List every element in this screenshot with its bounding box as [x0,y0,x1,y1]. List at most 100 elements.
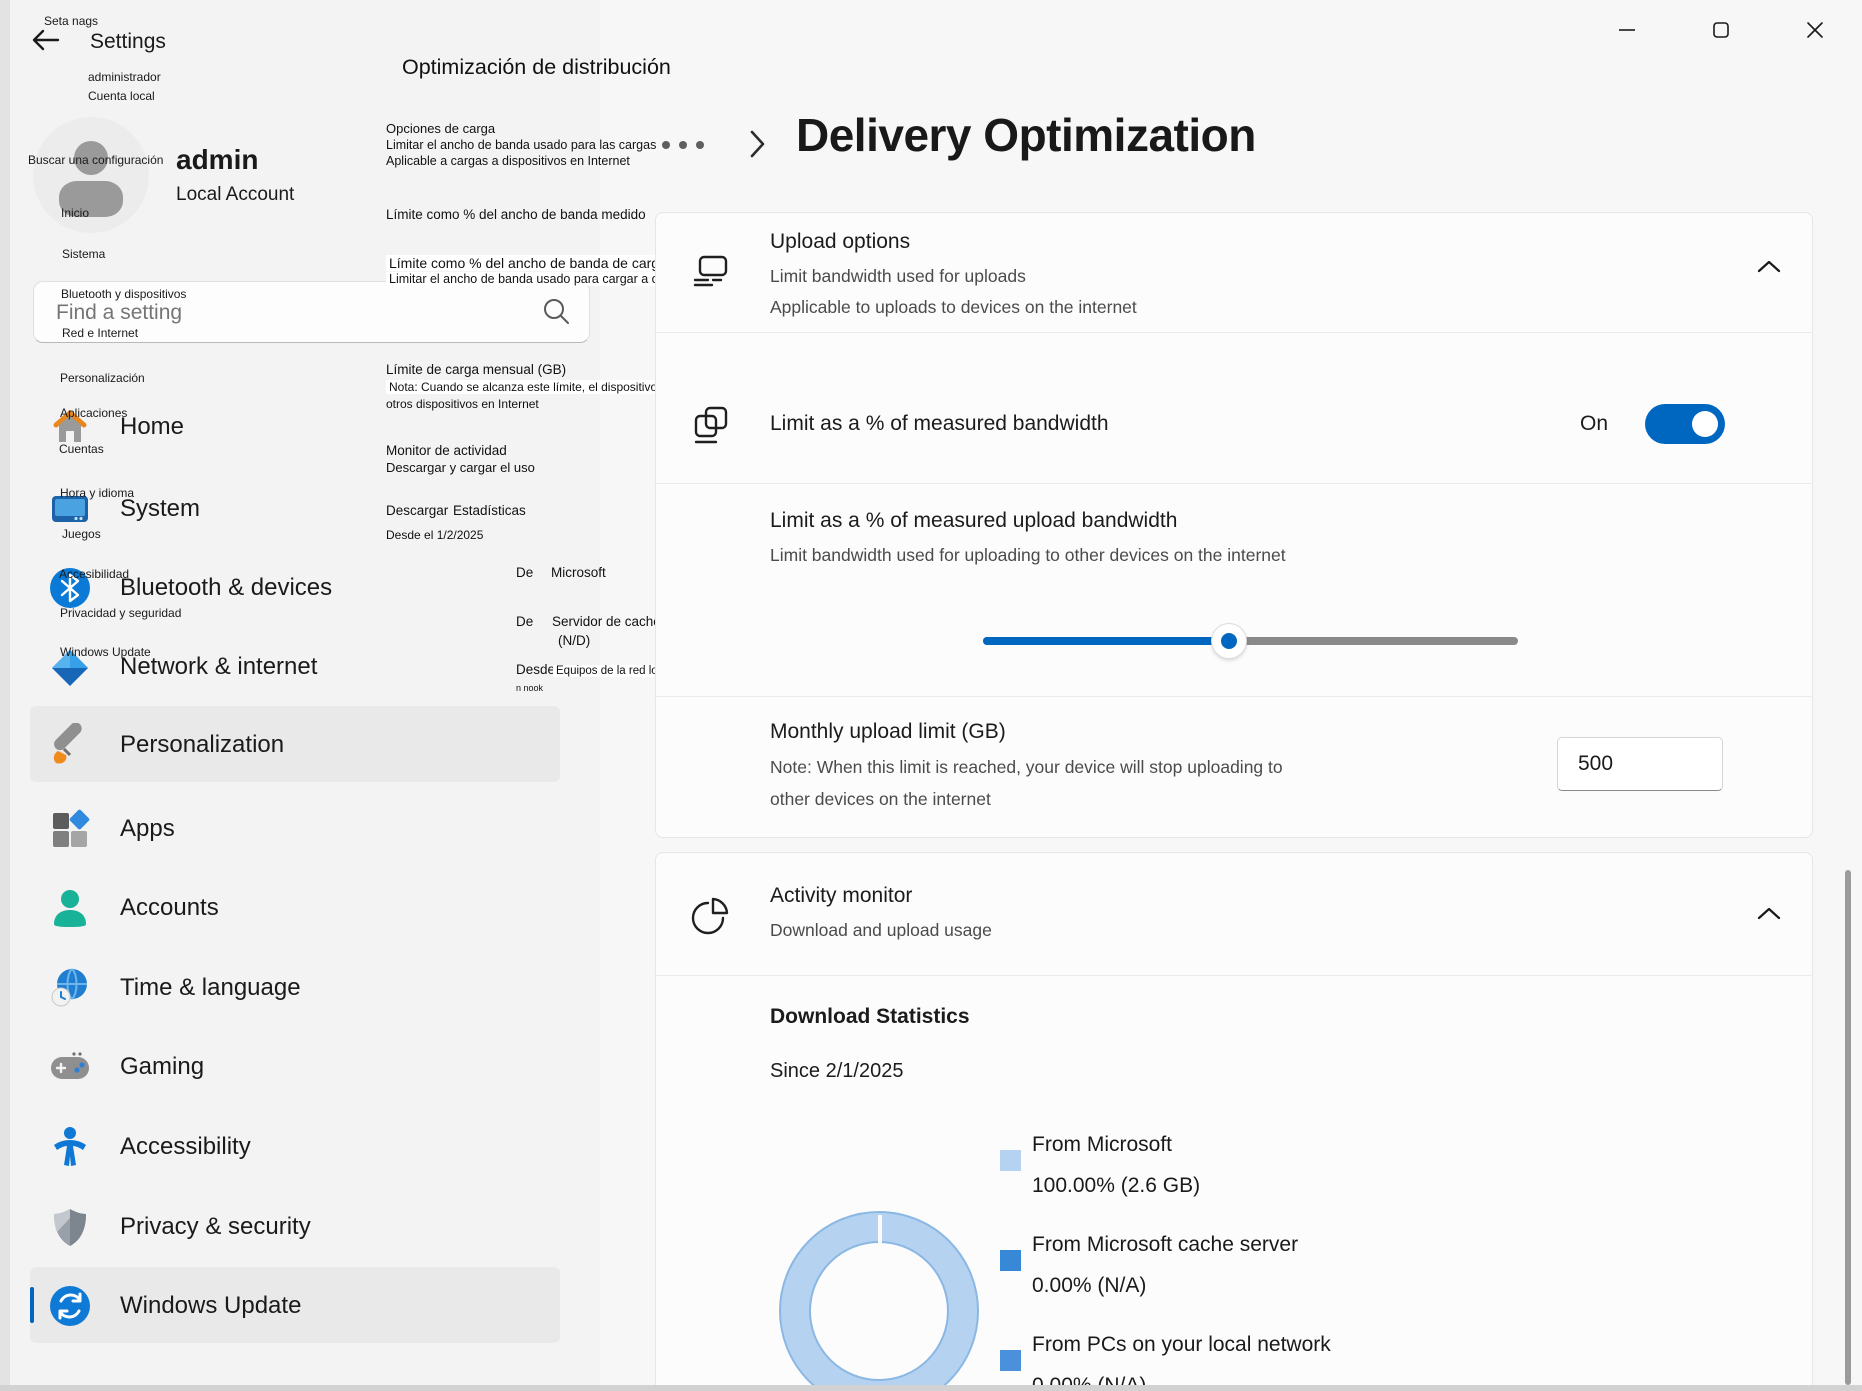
legend-label-local-pcs: From PCs on your local network [1032,1333,1331,1357]
overlay-statistics-label: Estadísticas [453,503,526,518]
legend-swatch-cache-server [1000,1250,1021,1271]
toggle-state-label: On [1580,412,1608,436]
donut-hole [809,1241,949,1381]
legend-value-cache-server: 0.00% (N/A) [1032,1274,1146,1298]
overlay-from2-prefix: De [516,614,533,629]
overlay-since-label: Desde el 1/2/2025 [386,528,483,542]
overlay-from1-prefix: De [516,565,533,580]
bandwidth-toggle[interactable] [1645,404,1725,444]
overlay-upload-options: Opciones de carga [386,121,495,136]
legend-label-cache-server: From Microsoft cache server [1032,1233,1298,1257]
search-icon[interactable] [541,296,571,331]
activity-monitor-sub: Download and upload usage [770,920,992,941]
monthly-limit-title: Monthly upload limit (GB) [770,720,1006,744]
sidebar-item-time-language[interactable]: Time & language [120,974,301,1002]
monthly-limit-input[interactable] [1557,737,1723,791]
breadcrumb-chevron-icon [746,128,768,165]
overlay-privacy: Privacidad y seguridad [60,606,181,620]
overlay-accessibility: Accesibilidad [59,567,129,581]
bandwidth-limit-icon [688,402,734,448]
accessibility-icon [48,1125,92,1169]
overlay-network: Red e Internet [62,326,138,340]
upload-options-title: Upload options [770,230,910,254]
avatar[interactable] [33,117,149,233]
window-left-edge [0,0,10,1391]
sidebar-accent-bar [30,1287,34,1323]
overlay-home: Inicio [61,206,89,220]
settings-window: Seta nags Settings administrador Cuenta … [0,0,1862,1391]
overlay-accounts: Cuentas [59,442,104,456]
personalization-icon [48,723,92,767]
windows-update-icon [48,1284,92,1328]
download-statistics-heading: Download Statistics [770,1005,970,1029]
overlay-gaming: Juegos [62,527,101,541]
activity-monitor-icon [688,893,734,939]
monthly-limit-note2: other devices on the internet [770,789,991,810]
overlay-system: Sistema [62,247,105,261]
vertical-scrollbar-thumb[interactable] [1845,870,1851,1385]
overlay-windows-update: Windows Update [60,645,151,659]
download-statistics-since: Since 2/1/2025 [770,1060,903,1083]
window-bottom-edge [0,1385,1862,1391]
sidebar-item-accessibility[interactable]: Accessibility [120,1133,251,1161]
legend-label-microsoft: From Microsoft [1032,1133,1172,1157]
page-title: Delivery Optimization [796,108,1256,162]
sidebar-item-windows-update[interactable]: Windows Update [120,1292,301,1320]
overlay-account-type: Cuenta local [88,89,155,103]
overlay-apps: Aplicaciones [60,406,127,420]
legend-value-microsoft: 100.00% (2.6 GB) [1032,1174,1200,1198]
privacy-security-icon [48,1205,92,1249]
sidebar-item-home[interactable]: Home [120,413,184,441]
overlay-page-title: Optimización de distribución [402,55,671,80]
minimize-button[interactable] [1598,8,1656,52]
overlay-activity-title: Monitor de actividad [386,443,507,458]
sidebar-item-accounts[interactable]: Accounts [120,894,219,922]
maximize-button[interactable] [1692,8,1750,52]
overlay-from3-prefix: Desde [516,662,555,677]
sidebar-item-personalization[interactable]: Personalization [120,731,284,759]
donut-slice-boundary [878,1215,882,1243]
sidebar-item-apps[interactable]: Apps [120,815,175,843]
overlay-limit-measured: Límite como % del ancho de banda medido [386,207,646,222]
overlay-monthly-note2: otros dispositivos en Internet [386,397,539,411]
sidebar-item-gaming[interactable]: Gaming [120,1053,204,1081]
overlay-monthly-title: Límite de carga mensual (GB) [386,362,566,377]
accounts-icon [48,886,92,930]
upload-bandwidth-title: Limit as a % of measured upload bandwidt… [770,509,1177,533]
overlay-bluetooth: Bluetooth y dispositivos [61,287,186,301]
time-language-icon [48,966,92,1010]
breadcrumb-more-icon[interactable] [662,141,704,149]
overlay-search-label: Buscar una configuración [28,153,163,167]
account-name: admin [176,144,258,176]
upload-options-sub2: Applicable to uploads to devices on the … [770,297,1137,318]
legend-swatch-local-pcs [1000,1350,1021,1371]
limit-bandwidth-label: Limit as a % of measured bandwidth [770,412,1109,436]
upload-options-sub1: Limit bandwidth used for uploads [770,266,1026,287]
overlay-activity-sub: Descargar y cargar el uso [386,460,535,475]
gaming-icon [48,1045,92,1089]
sidebar-active-bg-personalization [30,706,560,782]
sidebar-item-privacy-security[interactable]: Privacy & security [120,1213,311,1241]
close-button[interactable] [1786,8,1844,52]
sidebar-item-bluetooth-devices[interactable]: Bluetooth & devices [120,574,332,602]
back-arrow-icon [28,41,62,58]
overlay-download-label: Descargar [386,503,448,518]
overlay-upload-sub2: Aplicable a cargas a dispositivos en Int… [386,154,630,168]
account-type: Local Account [176,184,294,206]
back-button[interactable] [28,26,64,56]
app-title: Settings [90,30,166,54]
legend-swatch-microsoft [1000,1150,1021,1171]
activity-monitor-title: Activity monitor [770,884,912,908]
bandwidth-slider-knob[interactable] [1212,624,1246,658]
collapse-chevron-icon[interactable] [1756,258,1782,279]
overlay-time-language: Hora y idioma [60,486,134,500]
collapse-chevron-icon[interactable] [1756,905,1782,926]
search-input[interactable] [54,296,528,330]
overlay-from2-extra: (N/D) [558,633,590,648]
monthly-limit-note1: Note: When this limit is reached, your d… [770,757,1283,778]
overlay-upload-sub1: Limitar el ancho de banda usado para las… [386,138,656,152]
overlay-personalization: Personalización [60,371,145,385]
apps-icon [48,808,92,852]
overlay-from3-extra: n nook [516,683,543,693]
overlay-from1-value: Microsoft [551,565,606,580]
